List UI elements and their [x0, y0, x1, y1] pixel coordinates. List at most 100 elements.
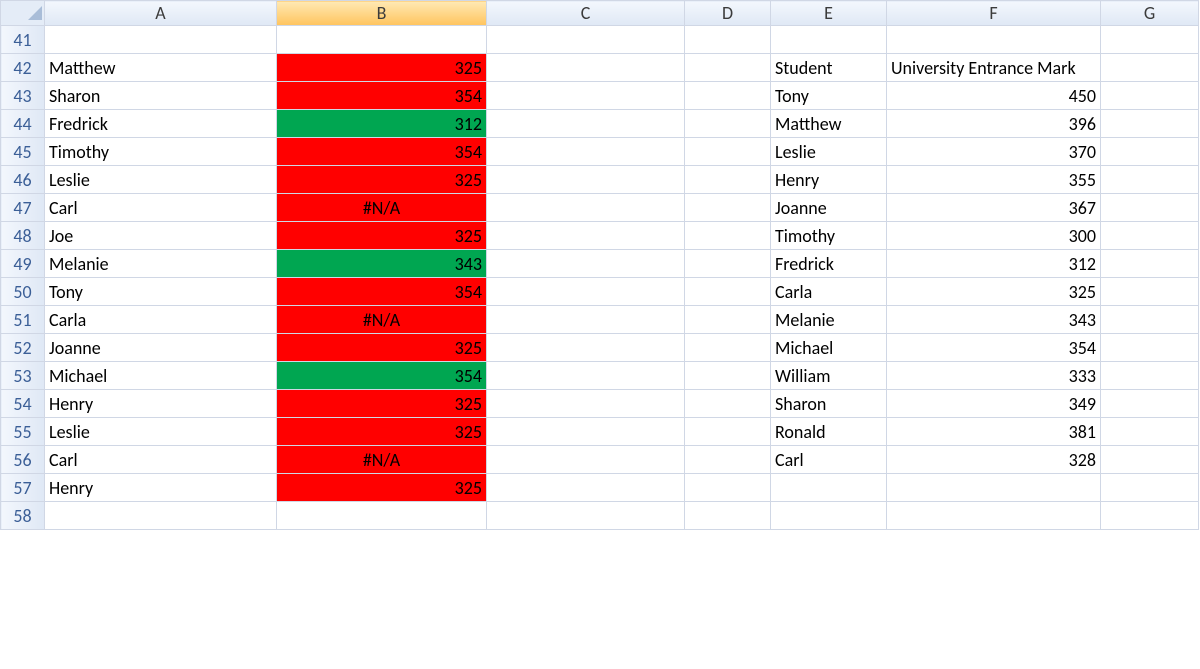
cell-B54[interactable]: 325 — [277, 390, 487, 418]
col-header-B[interactable]: B — [277, 1, 487, 26]
cell-D55[interactable] — [685, 418, 771, 446]
cell-E44[interactable]: Matthew — [771, 110, 887, 138]
cell-A43[interactable]: Sharon — [45, 82, 277, 110]
cell-E54[interactable]: Sharon — [771, 390, 887, 418]
cell-G43[interactable] — [1101, 82, 1199, 110]
cell-C49[interactable] — [487, 250, 685, 278]
row-header-42[interactable]: 42 — [1, 54, 45, 82]
row-header-58[interactable]: 58 — [1, 502, 45, 530]
cell-G58[interactable] — [1101, 502, 1199, 530]
cell-F44[interactable]: 396 — [887, 110, 1101, 138]
cell-D47[interactable] — [685, 194, 771, 222]
row-header-46[interactable]: 46 — [1, 166, 45, 194]
row-header-56[interactable]: 56 — [1, 446, 45, 474]
cell-A58[interactable] — [45, 502, 277, 530]
cell-G57[interactable] — [1101, 474, 1199, 502]
cell-D45[interactable] — [685, 138, 771, 166]
row-header-45[interactable]: 45 — [1, 138, 45, 166]
cell-F56[interactable]: 328 — [887, 446, 1101, 474]
cell-G48[interactable] — [1101, 222, 1199, 250]
cell-B50[interactable]: 354 — [277, 278, 487, 306]
row-header-52[interactable]: 52 — [1, 334, 45, 362]
cell-E46[interactable]: Henry — [771, 166, 887, 194]
cell-D54[interactable] — [685, 390, 771, 418]
row-header-51[interactable]: 51 — [1, 306, 45, 334]
cell-E55[interactable]: Ronald — [771, 418, 887, 446]
cell-E53[interactable]: William — [771, 362, 887, 390]
cell-C57[interactable] — [487, 474, 685, 502]
cell-B47[interactable]: #N/A — [277, 194, 487, 222]
cell-F57[interactable] — [887, 474, 1101, 502]
cell-C52[interactable] — [487, 334, 685, 362]
row-header-57[interactable]: 57 — [1, 474, 45, 502]
cell-G56[interactable] — [1101, 446, 1199, 474]
cell-C56[interactable] — [487, 446, 685, 474]
cell-C51[interactable] — [487, 306, 685, 334]
cell-D57[interactable] — [685, 474, 771, 502]
cell-E49[interactable]: Fredrick — [771, 250, 887, 278]
cell-B46[interactable]: 325 — [277, 166, 487, 194]
cell-D52[interactable] — [685, 334, 771, 362]
cell-E51[interactable]: Melanie — [771, 306, 887, 334]
cell-C53[interactable] — [487, 362, 685, 390]
row-header-43[interactable]: 43 — [1, 82, 45, 110]
cell-A44[interactable]: Fredrick — [45, 110, 277, 138]
cell-F50[interactable]: 325 — [887, 278, 1101, 306]
cell-B43[interactable]: 354 — [277, 82, 487, 110]
cell-G42[interactable] — [1101, 54, 1199, 82]
cell-E57[interactable] — [771, 474, 887, 502]
cell-G51[interactable] — [1101, 306, 1199, 334]
cell-C50[interactable] — [487, 278, 685, 306]
cell-D43[interactable] — [685, 82, 771, 110]
row-header-47[interactable]: 47 — [1, 194, 45, 222]
cell-F52[interactable]: 354 — [887, 334, 1101, 362]
cell-G54[interactable] — [1101, 390, 1199, 418]
cell-A41[interactable] — [45, 26, 277, 54]
cell-E41[interactable] — [771, 26, 887, 54]
cell-E45[interactable]: Leslie — [771, 138, 887, 166]
col-header-E[interactable]: E — [771, 1, 887, 26]
cell-C46[interactable] — [487, 166, 685, 194]
cell-F58[interactable] — [887, 502, 1101, 530]
cell-F47[interactable]: 367 — [887, 194, 1101, 222]
cell-A48[interactable]: Joe — [45, 222, 277, 250]
row-header-48[interactable]: 48 — [1, 222, 45, 250]
cell-G50[interactable] — [1101, 278, 1199, 306]
cell-A42[interactable]: Matthew — [45, 54, 277, 82]
cell-G55[interactable] — [1101, 418, 1199, 446]
cell-B53[interactable]: 354 — [277, 362, 487, 390]
cell-D53[interactable] — [685, 362, 771, 390]
cell-C42[interactable] — [487, 54, 685, 82]
cell-B45[interactable]: 354 — [277, 138, 487, 166]
cell-E56[interactable]: Carl — [771, 446, 887, 474]
cell-C43[interactable] — [487, 82, 685, 110]
cell-A54[interactable]: Henry — [45, 390, 277, 418]
cell-F41[interactable] — [887, 26, 1101, 54]
cell-G47[interactable] — [1101, 194, 1199, 222]
row-header-41[interactable]: 41 — [1, 26, 45, 54]
cell-E58[interactable] — [771, 502, 887, 530]
cell-C55[interactable] — [487, 418, 685, 446]
cell-A46[interactable]: Leslie — [45, 166, 277, 194]
cell-C45[interactable] — [487, 138, 685, 166]
cell-B51[interactable]: #N/A — [277, 306, 487, 334]
cell-E47[interactable]: Joanne — [771, 194, 887, 222]
cell-B44[interactable]: 312 — [277, 110, 487, 138]
cell-A57[interactable]: Henry — [45, 474, 277, 502]
cell-C48[interactable] — [487, 222, 685, 250]
col-header-D[interactable]: D — [685, 1, 771, 26]
row-header-49[interactable]: 49 — [1, 250, 45, 278]
cell-D42[interactable] — [685, 54, 771, 82]
cell-B42[interactable]: 325 — [277, 54, 487, 82]
cell-D50[interactable] — [685, 278, 771, 306]
cell-F42[interactable]: University Entrance Mark — [887, 54, 1101, 82]
cell-B52[interactable]: 325 — [277, 334, 487, 362]
cell-D46[interactable] — [685, 166, 771, 194]
cell-A49[interactable]: Melanie — [45, 250, 277, 278]
cell-G53[interactable] — [1101, 362, 1199, 390]
cell-A56[interactable]: Carl — [45, 446, 277, 474]
cell-C41[interactable] — [487, 26, 685, 54]
cell-B49[interactable]: 343 — [277, 250, 487, 278]
cell-F51[interactable]: 343 — [887, 306, 1101, 334]
cell-D48[interactable] — [685, 222, 771, 250]
